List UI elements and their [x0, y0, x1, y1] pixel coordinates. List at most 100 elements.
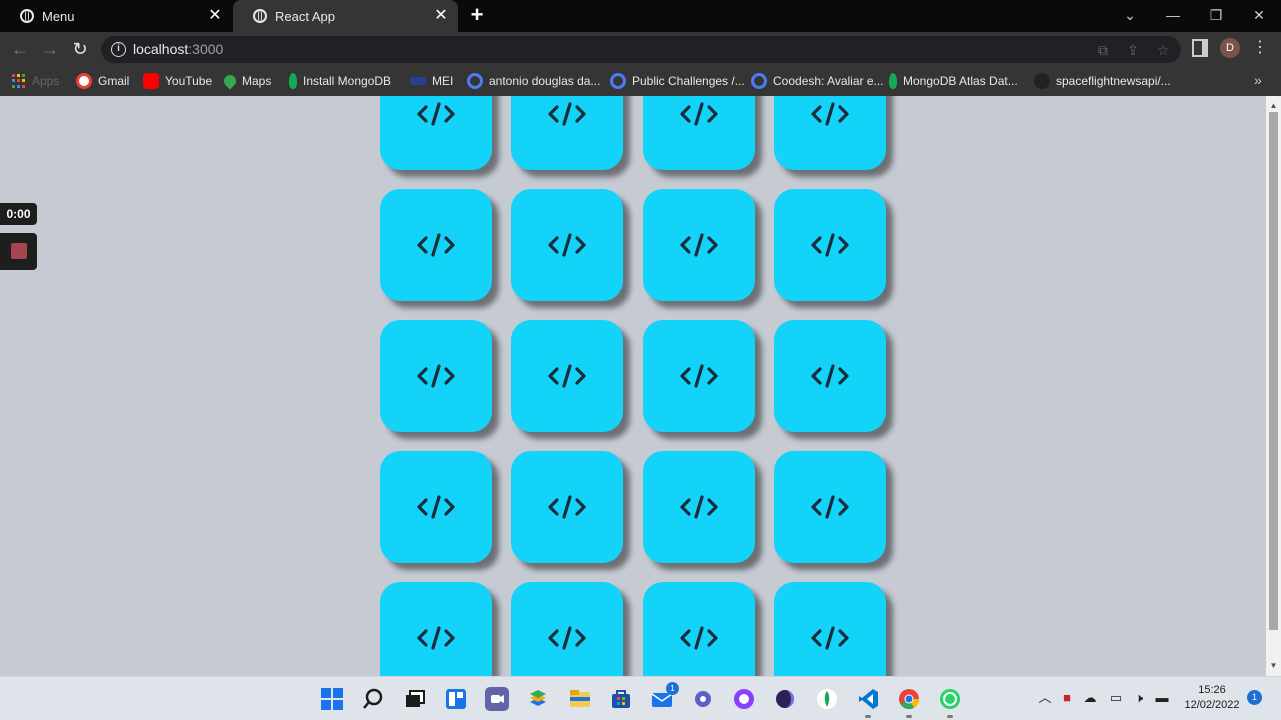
system-clock[interactable]: 15:26 12/02/2022 — [1181, 683, 1243, 713]
mongodb-leaf-icon — [889, 73, 897, 89]
browser-toolbar: ← → ↻ i localhost:3000 ⧉ ⇪ ☆ — [0, 32, 1281, 66]
code-icon — [548, 495, 586, 519]
code-card[interactable] — [380, 189, 492, 301]
file-explorer-icon[interactable] — [568, 687, 592, 711]
translate-icon[interactable]: ⧉ — [1094, 41, 1112, 59]
bookmark-install-mongodb[interactable]: Install MongoDB — [289, 72, 391, 90]
new-tab-button[interactable]: + — [466, 4, 488, 27]
store-icon[interactable] — [609, 687, 633, 711]
window-close-button[interactable]: ✕ — [1239, 4, 1279, 26]
code-card[interactable] — [380, 451, 492, 563]
bookmark-maps[interactable]: Maps — [221, 72, 271, 90]
gift-icon[interactable]: ■ — [1058, 689, 1076, 707]
cloud-icon[interactable]: ☁ — [1081, 689, 1099, 707]
eclipse-icon[interactable] — [773, 687, 797, 711]
forward-icon[interactable]: → — [38, 38, 62, 60]
scroll-down-arrow[interactable]: ▼ — [1269, 662, 1278, 670]
code-card[interactable] — [511, 320, 624, 432]
stop-recording-button[interactable] — [0, 233, 37, 270]
bookmark-youtube[interactable]: YouTube — [143, 72, 212, 90]
url-text[interactable]: localhost:3000 — [133, 41, 223, 57]
youtube-icon — [143, 73, 159, 89]
notification-badge[interactable]: 1 — [1247, 690, 1262, 705]
info-icon[interactable]: i — [111, 42, 126, 57]
code-card[interactable] — [380, 582, 492, 676]
challenge-icon — [751, 73, 767, 89]
globe-icon — [20, 9, 34, 23]
code-icon — [417, 233, 455, 257]
bookmark-public-challenges[interactable]: Public Challenges /... — [610, 72, 745, 90]
code-icon — [417, 495, 455, 519]
reload-icon[interactable]: ↻ — [68, 38, 92, 60]
whatsapp-icon[interactable] — [938, 687, 962, 718]
widgets-icon[interactable] — [444, 687, 468, 711]
code-card[interactable] — [642, 451, 755, 563]
bookmark-apps[interactable]: Apps — [12, 72, 59, 90]
search-icon[interactable] — [361, 687, 385, 711]
bookmark-star-icon[interactable]: ☆ — [1154, 41, 1172, 59]
code-card[interactable] — [642, 96, 755, 170]
task-view-icon[interactable] — [403, 687, 427, 711]
tab-title: Menu — [42, 8, 75, 24]
tab-strip: Menu ✕ React App ✕ + ⌄ — ❐ ✕ — [0, 0, 1281, 32]
code-icon — [679, 626, 718, 650]
code-icon — [417, 102, 455, 126]
address-bar[interactable]: i localhost:3000 ⧉ ⇪ ☆ — [101, 36, 1181, 63]
code-icon — [417, 364, 455, 388]
bookmark-spaceflightnewsapi[interactable]: spaceflightnewsapi/... — [1034, 72, 1171, 90]
start-icon[interactable] — [320, 687, 344, 711]
share-icon[interactable]: ⇪ — [1124, 41, 1142, 59]
code-card[interactable] — [773, 451, 886, 563]
code-icon — [679, 495, 718, 519]
minimize-button[interactable]: — — [1153, 4, 1193, 26]
close-icon[interactable]: ✕ — [206, 7, 224, 25]
bookmark-mei[interactable]: MEI — [410, 72, 453, 90]
display-icon[interactable]: ▭ — [1107, 689, 1125, 707]
bookmarks-overflow-button[interactable]: » — [1254, 72, 1262, 88]
code-card[interactable] — [511, 189, 624, 301]
back-icon[interactable]: ← — [8, 38, 32, 60]
tab-title: React App — [275, 8, 335, 24]
bluestacks-icon[interactable] — [526, 687, 550, 711]
mail-icon[interactable]: 1 — [650, 682, 679, 711]
code-card[interactable] — [642, 189, 755, 301]
code-card[interactable] — [642, 320, 755, 432]
menu-icon[interactable]: ⋮ — [1252, 38, 1268, 58]
side-panel-icon[interactable] — [1192, 39, 1208, 57]
tab-react-app[interactable]: React App ✕ — [233, 0, 458, 32]
battery-icon[interactable]: ▬ — [1153, 689, 1171, 707]
code-card[interactable] — [511, 582, 624, 676]
avatar[interactable]: D — [1220, 38, 1240, 58]
github-icon[interactable] — [732, 687, 756, 711]
bookmark-mongodb-atlas[interactable]: MongoDB Atlas Dat... — [889, 72, 1018, 90]
scroll-up-arrow[interactable]: ▲ — [1269, 102, 1278, 110]
scrollbar[interactable]: ▲ ▼ — [1266, 96, 1281, 676]
mongodb-compass-icon[interactable] — [815, 687, 839, 711]
code-icon — [548, 102, 586, 126]
bookmark-gmail[interactable]: Gmail — [76, 72, 129, 90]
mongodb-leaf-icon — [289, 73, 297, 89]
settings-icon[interactable] — [691, 687, 715, 711]
tab-menu[interactable]: Menu ✕ — [0, 0, 232, 32]
code-card[interactable] — [380, 96, 492, 170]
code-card[interactable] — [773, 582, 886, 676]
close-icon[interactable]: ✕ — [432, 7, 450, 25]
code-card[interactable] — [511, 96, 624, 170]
scrollbar-thumb[interactable] — [1269, 112, 1278, 630]
code-card[interactable] — [511, 451, 624, 563]
code-card[interactable] — [380, 320, 492, 432]
code-card[interactable] — [773, 320, 886, 432]
chrome-icon[interactable] — [897, 687, 921, 718]
code-card[interactable] — [773, 189, 886, 301]
vscode-icon[interactable] — [856, 687, 880, 718]
tray-overflow-icon[interactable]: ︿ — [1036, 689, 1054, 707]
restore-button[interactable]: ❐ — [1196, 4, 1236, 26]
volume-muted-icon[interactable]: 🕨 — [1130, 689, 1148, 707]
bookmark-antonio-douglas[interactable]: antonio douglas da... — [467, 72, 600, 90]
chat-icon[interactable] — [485, 687, 509, 711]
code-card[interactable] — [642, 582, 755, 676]
code-card[interactable] — [773, 96, 886, 170]
mail-badge: 1 — [666, 682, 679, 695]
tab-search-icon[interactable]: ⌄ — [1110, 4, 1150, 26]
bookmark-coodesh[interactable]: Coodesh: Avaliar e... — [751, 72, 884, 90]
